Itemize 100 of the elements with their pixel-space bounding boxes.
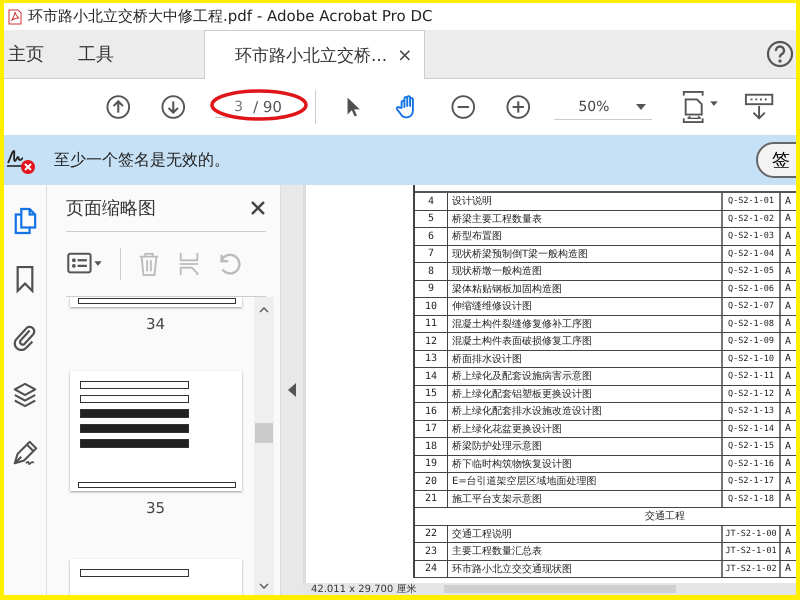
table-cell: 16: [415, 403, 448, 420]
table-cell: Q-S2-1-14: [723, 420, 781, 437]
table-cell: 6: [415, 228, 448, 244]
table-cell: 21: [415, 490, 448, 507]
table-cell: 桥型布置图: [448, 228, 723, 244]
table-cell-text: A: [784, 527, 792, 542]
table-cell: Q-S2-1-04: [723, 246, 781, 262]
table-cell: 10: [415, 298, 448, 314]
scroll-down-icon[interactable]: [259, 583, 269, 589]
caret-icon: [636, 104, 646, 110]
table-cell-text: A: [784, 317, 792, 332]
table-cell: 18: [415, 438, 448, 454]
next-page-icon[interactable]: [160, 94, 186, 120]
table-cell: 5: [415, 210, 448, 227]
tab-label: 主页: [8, 43, 44, 66]
bookmark-icon[interactable]: [14, 265, 36, 293]
pen-nib-icon[interactable]: [11, 439, 39, 467]
table-cell: Q-S2-1-15: [723, 438, 781, 454]
table-cell-text: A: [784, 247, 792, 262]
table-cell: 桥面排水设计图: [448, 350, 723, 367]
table-cell: 施工平台支架示意图: [448, 490, 723, 507]
zoom-out-icon[interactable]: [451, 94, 476, 120]
table-cell: 12: [415, 333, 448, 350]
zoom-dropdown[interactable]: 50%: [554, 94, 652, 120]
table-cell: E=台引道架空层区域地面处理图: [448, 473, 723, 490]
table-cell: 19: [415, 456, 448, 472]
table-cell-text: A: [784, 212, 792, 226]
zoom-in-icon[interactable]: [506, 94, 530, 120]
table-cell: 7: [415, 246, 448, 262]
table-cell: 桥上绿化配套铝塑板更换设计图: [448, 386, 723, 402]
table-cell-text: A: [784, 562, 792, 576]
help-icon[interactable]: [766, 40, 794, 68]
scrollbar-thumb[interactable]: [255, 423, 273, 443]
close-icon[interactable]: [250, 200, 266, 216]
table-cell-text: A: [784, 544, 792, 559]
table-cell: Q-S2-1-17: [723, 473, 781, 490]
table-cell: 桥下临时构筑物恢复设计图: [448, 456, 723, 472]
table-cell-text: A: [784, 194, 792, 209]
table-cell: 现状桥墩一般构造图: [448, 263, 723, 280]
table-cell: Q-S2-1-03: [723, 228, 781, 244]
panel-title: 页面缩略图: [66, 197, 156, 220]
triangle-left-icon: [288, 383, 296, 397]
table-cell: 环市路小北立交交通现状图: [448, 560, 723, 577]
table-cell-text: A: [784, 352, 792, 366]
table-cell-text: A: [784, 370, 792, 384]
page-count: / 90: [253, 98, 282, 116]
table-cell: JT-S2-1-01: [723, 543, 781, 560]
page-thumbnail[interactable]: [70, 297, 242, 307]
table-cell: 桥上绿化花盆更换设计图: [448, 420, 723, 437]
page-number-label: 34: [146, 315, 166, 333]
table-cell-text: A: [784, 440, 792, 454]
table-cell: 13: [415, 350, 448, 367]
collapse-panel-handle[interactable]: [280, 185, 303, 595]
table-cell: 主要工程数量汇总表: [448, 543, 723, 560]
table-cell: 22: [415, 526, 448, 542]
scrollbar[interactable]: [254, 297, 274, 595]
table-cell-text: A: [784, 387, 792, 402]
layers-icon[interactable]: [12, 381, 38, 409]
table-cell: 20: [415, 473, 448, 490]
page-thumbnail[interactable]: [70, 371, 242, 491]
table-cell: Q-S2-1-16: [723, 456, 781, 472]
table-cell: Q-S2-1-09: [723, 333, 781, 350]
table-cell-text: A: [784, 422, 792, 436]
table-cell: 交通工程说明: [448, 526, 723, 542]
table-cell: 24: [415, 560, 448, 577]
pages-icon[interactable]: [13, 207, 37, 235]
scroll-up-icon[interactable]: [259, 307, 269, 313]
table-cell: 混凝土构件表面破损修复工序图: [448, 333, 723, 350]
table-cell: Q-S2-1-10: [723, 350, 781, 367]
table-cell: 17: [415, 420, 448, 437]
signature-warning-message: 至少一个签名是无效的。: [54, 150, 230, 170]
table-cell: 伸缩缝维修设计图: [448, 298, 723, 314]
tab[interactable]: 工具: [74, 30, 118, 78]
signature-panel-button[interactable]: 签: [756, 142, 796, 178]
table-cell: 桥上绿化配套排水设施改造设计图: [448, 403, 723, 420]
table-cell: 23: [415, 543, 448, 560]
table-cell: Q-S2-1-06: [723, 280, 781, 297]
page-dimensions: 42.011 x 29.700 厘米: [310, 582, 418, 595]
previous-page-icon[interactable]: [106, 94, 131, 120]
tab[interactable]: 环市路小北立交桥... ×: [204, 30, 426, 79]
table-cell: 混凝土构件裂缝修复修补工序图: [448, 316, 723, 332]
tab-label: 环市路小北立交桥...: [235, 44, 388, 66]
table-cell: Q-S2-1-01: [723, 193, 781, 210]
table-cell: 梁体粘贴钢板加固构造图: [448, 280, 723, 297]
pdf-file-icon: [8, 8, 22, 24]
table-cell: 现状桥梁预制倒T梁一般构造图: [448, 246, 723, 262]
table-cell: 15: [415, 386, 448, 402]
page-number-field[interactable]: 3: [215, 96, 246, 118]
table-cell: 11: [415, 316, 448, 332]
table-cell: 桥上绿化及配套设施病害示意图: [448, 368, 723, 384]
table-cell-text: A: [784, 300, 792, 314]
table-cell: JT-S2-1-02: [723, 560, 781, 577]
close-tab-button[interactable]: ×: [397, 44, 412, 66]
paperclip-icon[interactable]: [13, 323, 37, 351]
table-cell: JT-S2-1-00: [723, 526, 781, 542]
table-cell: 4: [415, 193, 448, 210]
table-cell: 桥梁防护处理示意图: [448, 438, 723, 454]
table-cell-text: A: [784, 474, 792, 489]
tab-label: 工具: [78, 43, 114, 66]
tab[interactable]: 主页: [4, 30, 48, 78]
